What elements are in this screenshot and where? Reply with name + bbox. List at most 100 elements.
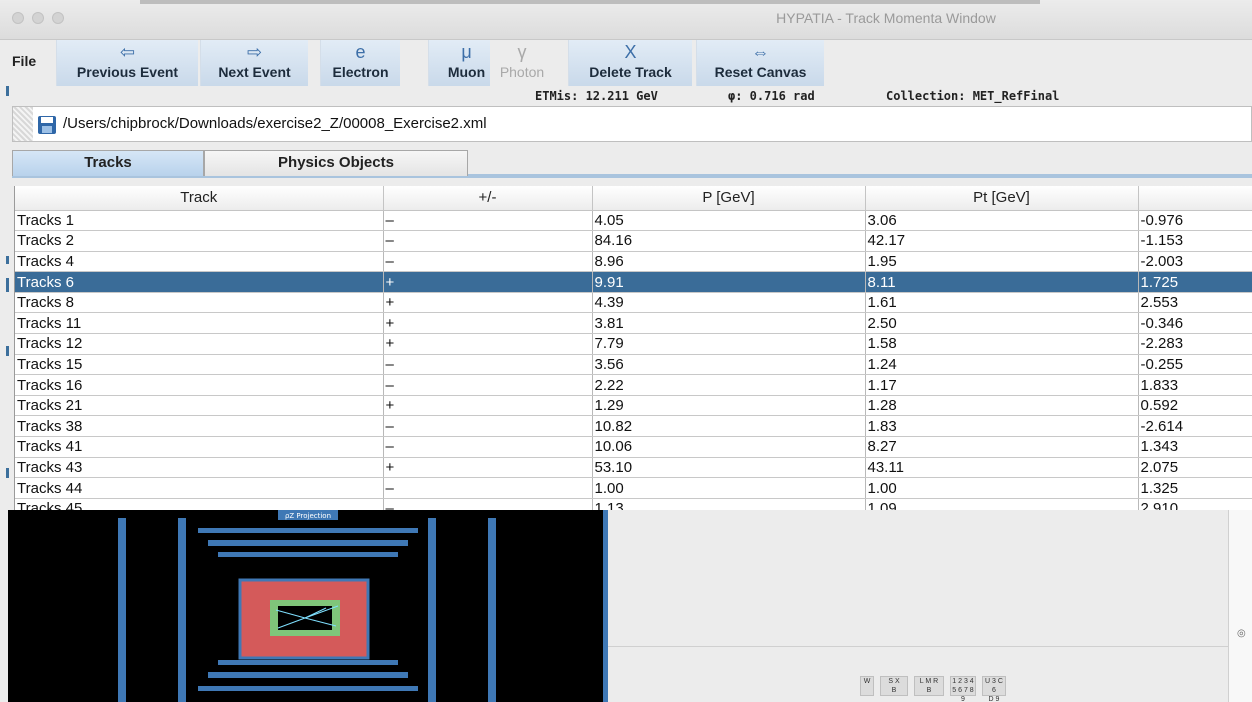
column-header[interactable]: Pt [GeV] (865, 186, 1139, 211)
delete-track-button[interactable]: X Delete Track (568, 40, 692, 86)
table-cell: 8.27 (865, 436, 1139, 458)
table-row[interactable]: Tracks 16–2.22 1.17 1.833 (15, 374, 1252, 396)
table-cell: 43.11 (865, 457, 1139, 479)
scroll-thumb-icon[interactable]: ◎ (1237, 628, 1246, 639)
previous-event-button[interactable]: ⇦ Previous Event (56, 40, 198, 86)
muon-chamber (218, 660, 398, 665)
delete-x-icon: X (624, 42, 637, 62)
table-cell: Tracks 12 (15, 333, 384, 355)
table-cell: Tracks 44 (15, 477, 384, 499)
table-cell: 0.592 (1138, 395, 1252, 417)
table-cell: 1.833 (1138, 374, 1252, 396)
keypad-key[interactable]: S X B (880, 676, 908, 696)
keypad-key-top-label: L M R (919, 678, 939, 685)
keypad-key[interactable]: U 3 C 6 D 9 (982, 676, 1006, 702)
muon-chamber (198, 528, 418, 533)
event-display-canvas[interactable]: ρZ Projection (8, 510, 608, 702)
photon-button[interactable]: γ Photon (490, 40, 554, 86)
table-row[interactable]: Tracks 41–10.06 8.27 1.343 (15, 436, 1252, 458)
title-bar: HYPATIA - Track Momenta Window (0, 0, 1252, 40)
next-event-button[interactable]: ⇨ Next Event (200, 40, 308, 86)
table-cell: Tracks 4 (15, 251, 384, 273)
table-cell: 1.00 (592, 477, 866, 499)
keypad-key[interactable]: 1 2 3 4 5 6 7 8 9 (950, 676, 976, 702)
table-cell: 8.11 (865, 271, 1139, 293)
table-row[interactable]: Tracks 21 +1.29 1.28 0.592 (15, 395, 1252, 417)
table-cell: Tracks 43 (15, 457, 384, 479)
table-row[interactable]: Tracks 2–84.16 42.17 -1.153 (15, 230, 1252, 252)
background-window-strip (140, 0, 1040, 4)
left-edge-marker (6, 86, 9, 96)
column-header[interactable]: +/- (383, 186, 593, 211)
table-row[interactable]: Tracks 45–1.13 1.09 2.910 (15, 498, 1252, 510)
table-cell: 1.13 (592, 498, 866, 510)
detector-rz-projection: ρZ Projection (8, 510, 608, 702)
table-row[interactable]: Tracks 38–10.82 1.83 -2.614 (15, 415, 1252, 438)
vertical-scrollbar[interactable]: ◎ (1228, 510, 1252, 702)
table-cell: 1.00 (865, 477, 1139, 499)
collection-value: Collection: MET_RefFinal (886, 89, 1060, 103)
table-cell: -0.976 (1138, 210, 1252, 232)
table-cell: – (383, 477, 593, 499)
table-cell: Tracks 11 (15, 312, 384, 335)
table-cell: 1.24 (865, 354, 1139, 376)
table-cell: 1.29 (592, 395, 866, 417)
keypad-key-bottom-label: B (891, 687, 897, 694)
table-row[interactable]: Tracks 12 +7.79 1.58 -2.283 (15, 333, 1252, 355)
left-edge-marker (6, 468, 9, 478)
table-row[interactable]: Tracks 1–4.05 3.06 -0.976 (15, 210, 1252, 232)
table-row[interactable]: Tracks 4–8.96 1.95 -2.003 (15, 251, 1252, 273)
keypad-key-top-label: 1 2 3 4 5 6 7 8 9 (952, 678, 974, 702)
table-cell: + (383, 312, 593, 335)
keypad-key[interactable]: W (860, 676, 874, 696)
table-row[interactable]: Tracks 8 +4.39 1.61 2.553 (15, 292, 1252, 314)
drag-grip-handle[interactable] (13, 107, 33, 141)
table-cell: 2.553 (1138, 292, 1252, 314)
table-cell: – (383, 230, 593, 252)
table-cell: 1.83 (865, 415, 1139, 438)
table-cell: 1.725 (1138, 271, 1252, 293)
toolbar-button-label: Delete Track (589, 64, 672, 80)
table-cell: + (383, 457, 593, 479)
table-cell: Tracks 1 (15, 210, 384, 232)
table-row[interactable]: Tracks 44–1.00 1.00 1.325 (15, 477, 1252, 499)
keypad-key-bottom-label: D 9 (988, 696, 1000, 702)
table-cell: Tracks 21 (15, 395, 384, 417)
toolbar-button-label: Reset Canvas (714, 64, 807, 80)
table-cell: Tracks 15 (15, 354, 384, 376)
column-header[interactable]: P [GeV] (592, 186, 866, 211)
tab-physics-objects[interactable]: Physics Objects (204, 150, 468, 176)
tab-tracks[interactable]: Tracks (12, 150, 204, 176)
table-cell: 3.06 (865, 210, 1139, 232)
table-cell: -1.153 (1138, 230, 1252, 252)
table-row[interactable]: Tracks 43 +53.10 43.11 2.075 (15, 457, 1252, 479)
column-header[interactable]: Track (15, 186, 384, 211)
muon-chamber (208, 672, 408, 678)
table-cell: 3.56 (592, 354, 866, 376)
table-cell: 1.325 (1138, 477, 1252, 499)
table-cell: -2.003 (1138, 251, 1252, 273)
arrow-left-icon: ⇦ (119, 42, 136, 62)
phi-value: φ: 0.716 rad (728, 89, 815, 103)
table-cell: – (383, 210, 593, 232)
column-header[interactable] (1138, 186, 1252, 211)
table-cell: Tracks 6 (15, 271, 384, 293)
file-menu[interactable]: File (12, 53, 36, 69)
projection-label: ρZ Projection (285, 512, 331, 520)
table-row[interactable]: Tracks 15–3.56 1.24 -0.255 (15, 354, 1252, 376)
reset-canvas-button[interactable]: ⇔ Reset Canvas (696, 40, 824, 86)
table-row[interactable]: Tracks 6 +9.91 8.11 1.725 (15, 271, 1252, 293)
keypad-key[interactable]: L M R B (914, 676, 944, 696)
save-icon[interactable] (37, 115, 57, 135)
table-cell: 1.28 (865, 395, 1139, 417)
muon-chamber (488, 518, 496, 702)
left-edge-marker (6, 346, 9, 356)
electron-button[interactable]: e Electron (320, 40, 400, 86)
table-cell: + (383, 292, 593, 314)
table-cell: + (383, 333, 593, 355)
pane-divider (608, 646, 1228, 647)
table-cell: 10.06 (592, 436, 866, 458)
file-path-text: /Users/chipbrock/Downloads/exercise2_Z/0… (63, 115, 487, 132)
window-title: HYPATIA - Track Momenta Window (776, 10, 996, 26)
table-row[interactable]: Tracks 11 +3.81 2.50 -0.346 (15, 312, 1252, 335)
